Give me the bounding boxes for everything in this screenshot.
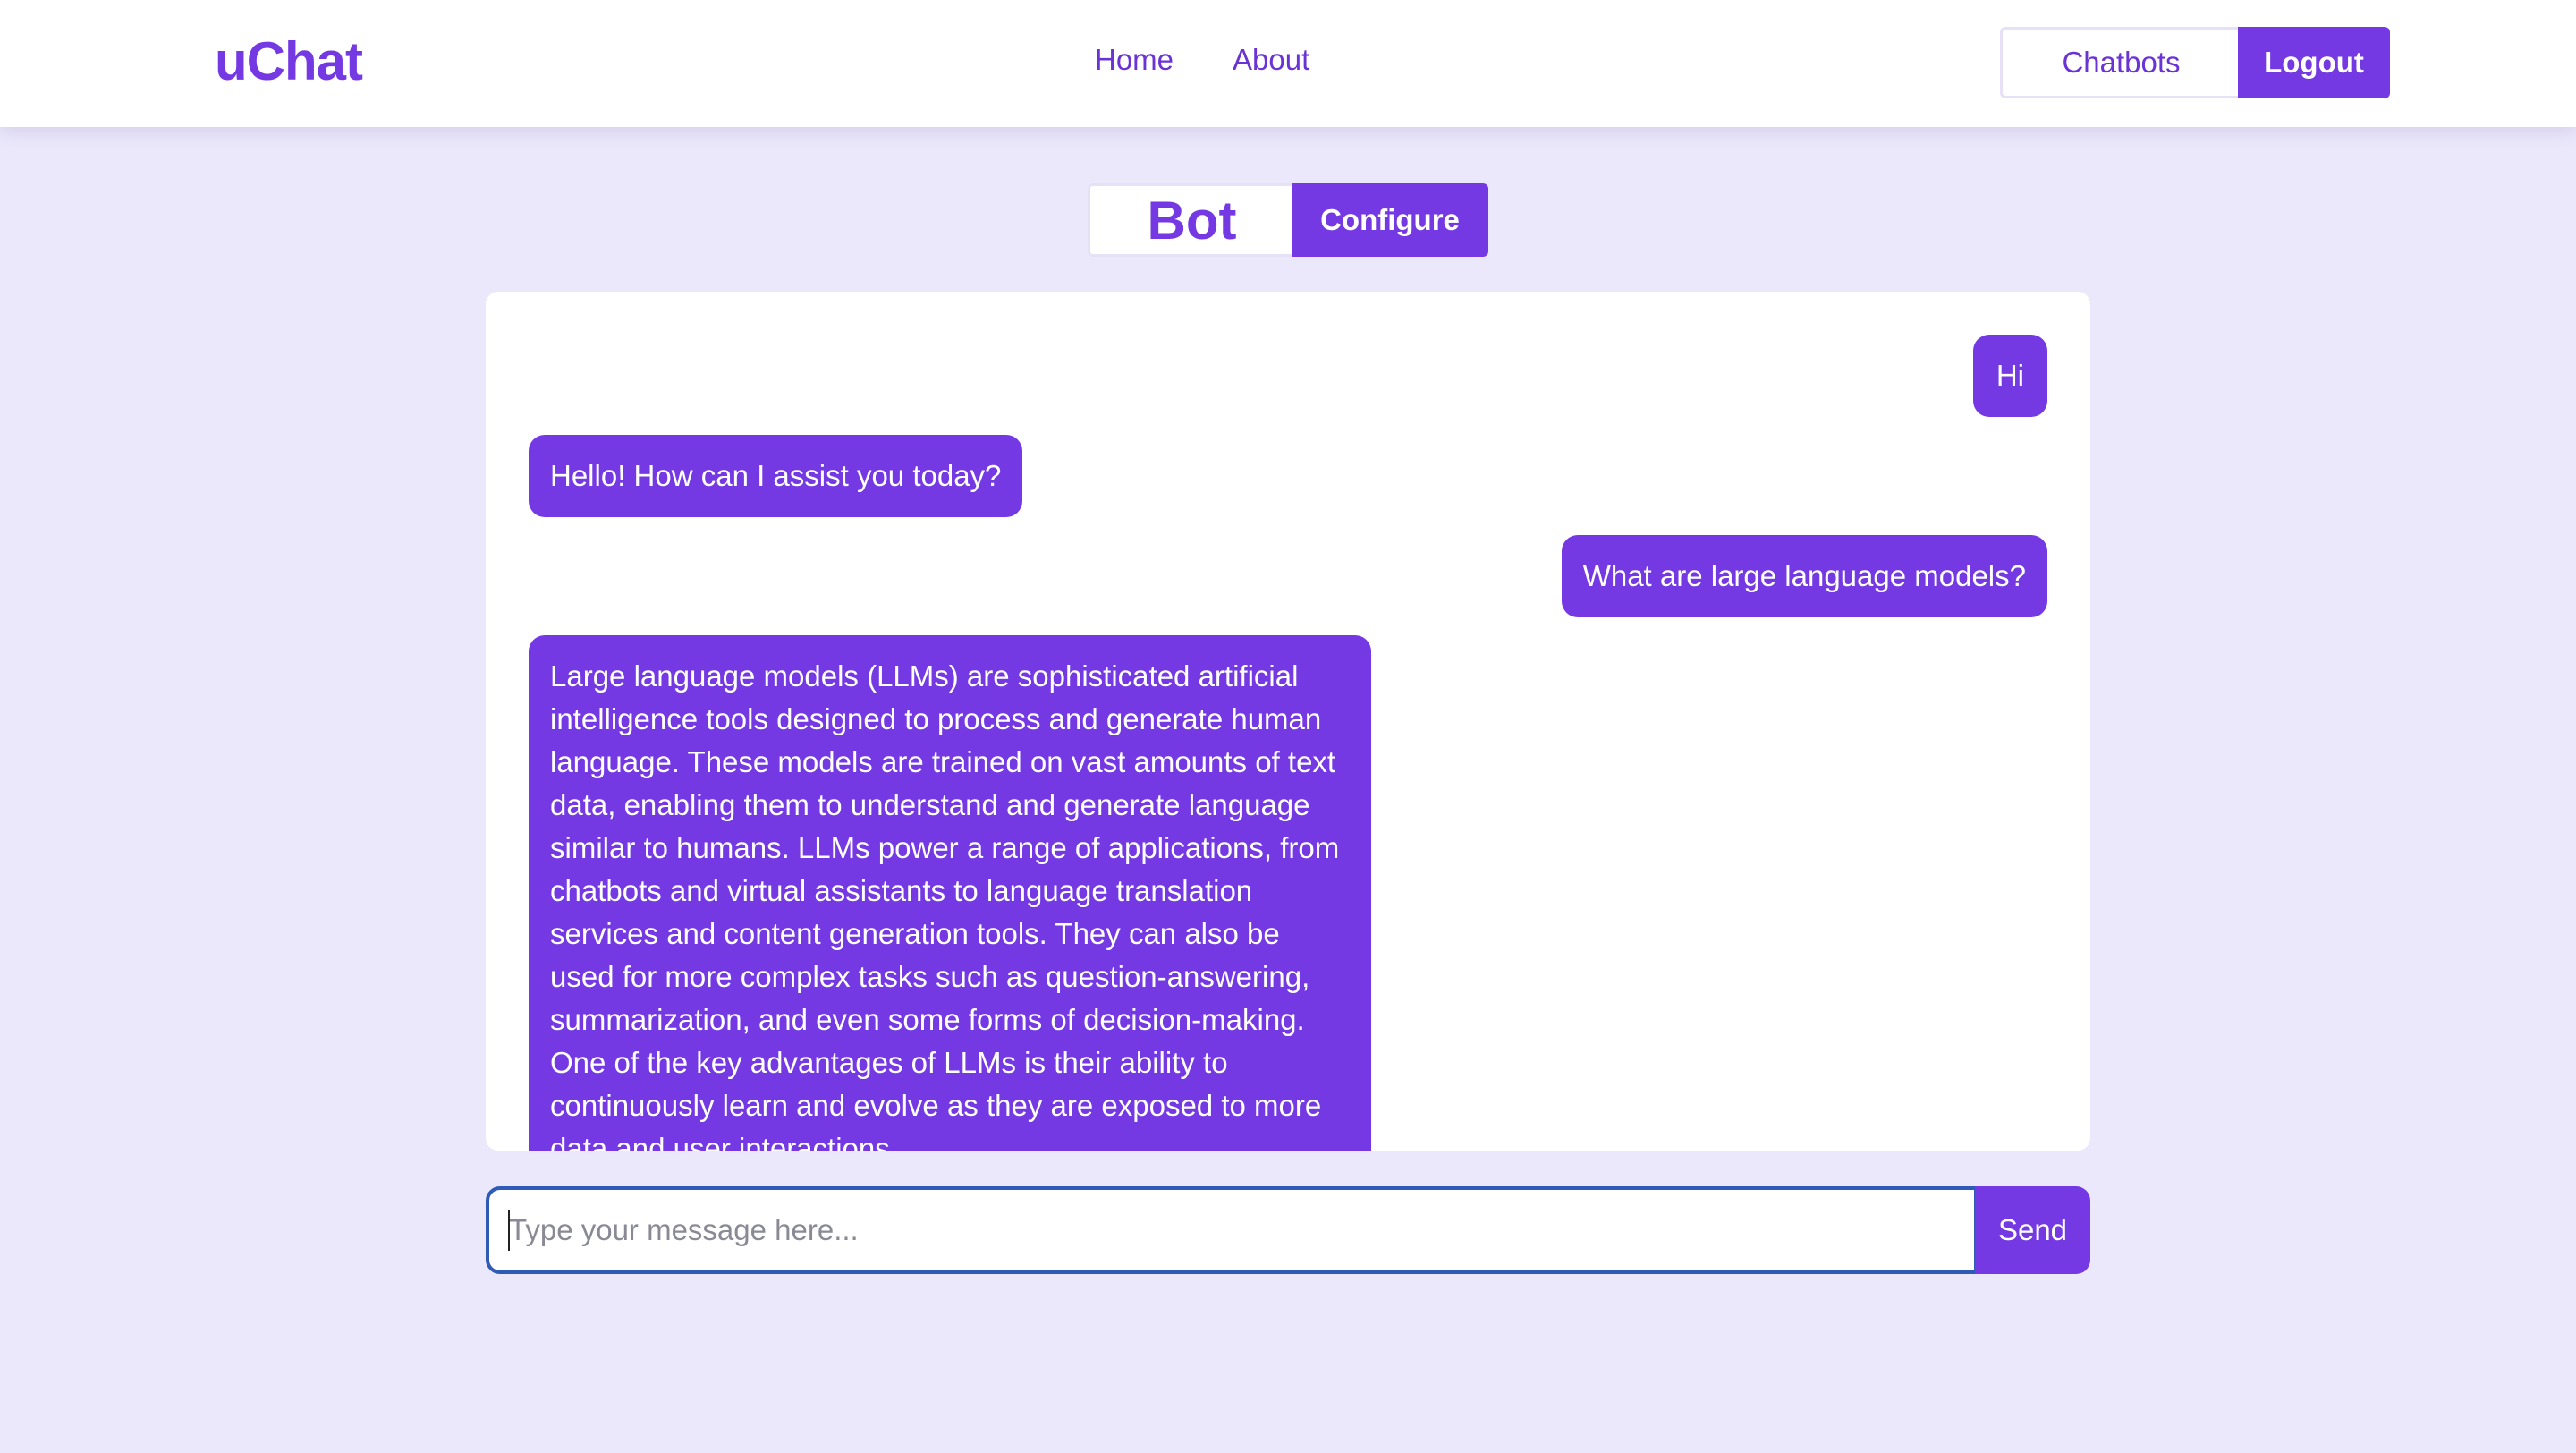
top-navbar: uChat Home About Chatbots Logout bbox=[0, 0, 2576, 127]
logout-button[interactable]: Logout bbox=[2238, 27, 2390, 98]
send-button[interactable]: Send bbox=[1975, 1186, 2090, 1274]
chat-history[interactable]: Hi Hello! How can I assist you today? Wh… bbox=[486, 292, 2090, 1151]
nav-link-about[interactable]: About bbox=[1233, 43, 1309, 77]
message-input[interactable] bbox=[486, 1186, 1978, 1274]
bot-title: Bot bbox=[1088, 183, 1293, 257]
app-logo[interactable]: uChat bbox=[215, 30, 363, 92]
configure-button[interactable]: Configure bbox=[1292, 183, 1488, 257]
chatbots-button[interactable]: Chatbots bbox=[2000, 27, 2240, 98]
user-message: Hi bbox=[1972, 335, 2047, 417]
nav-link-home[interactable]: Home bbox=[1095, 43, 1174, 77]
user-message: What are large language models? bbox=[1561, 535, 2047, 617]
bot-message: Large language models (LLMs) are sophist… bbox=[529, 635, 1371, 1151]
bot-message: Hello! How can I assist you today? bbox=[529, 435, 1023, 517]
text-cursor bbox=[508, 1210, 510, 1251]
